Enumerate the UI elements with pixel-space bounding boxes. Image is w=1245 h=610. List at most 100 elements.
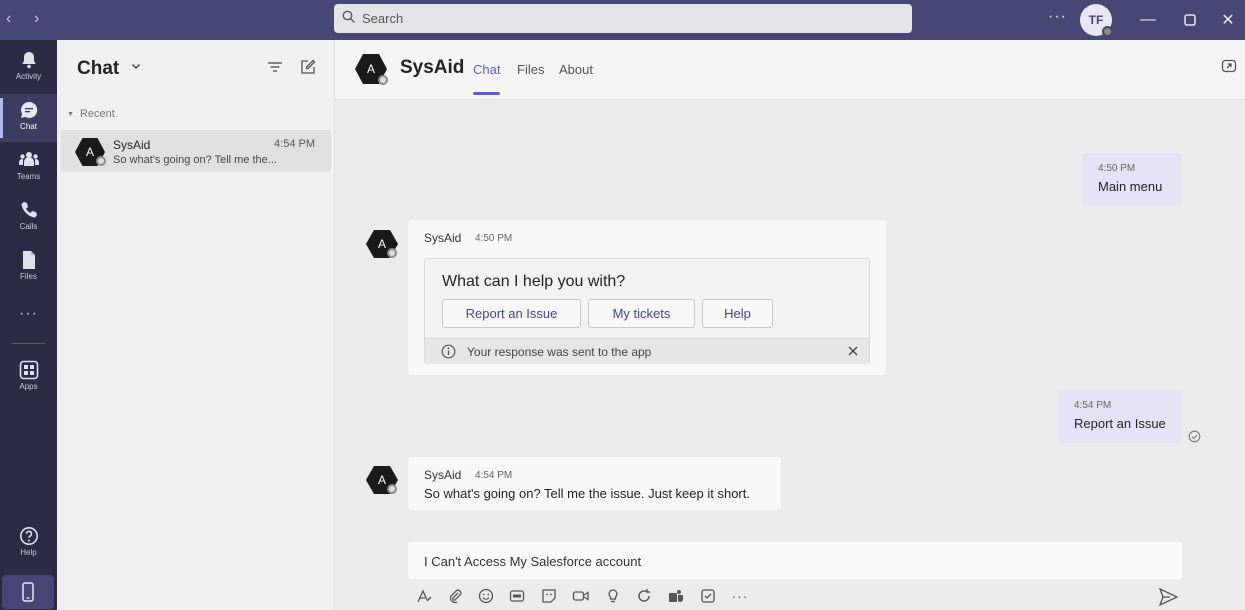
my-tickets-button[interactable]: My tickets <box>588 299 695 328</box>
app-rail: Activity Chat Teams Calls Files ··· Apps… <box>0 40 57 610</box>
more-options-icon[interactable]: ··· <box>730 586 750 606</box>
rail-label: Apps <box>19 382 38 391</box>
phone-icon <box>21 202 37 218</box>
notice-text: Your response was sent to the app <box>467 345 652 359</box>
sender-name: SysAid <box>424 231 462 245</box>
chat-list-title: Chat <box>77 58 120 79</box>
seen-check-icon <box>1188 430 1201 443</box>
file-icon <box>22 251 35 269</box>
tab-chat[interactable]: Chat <box>473 62 501 95</box>
close-window-icon[interactable]: ✕ <box>1216 8 1240 32</box>
message-text: So what's going on? Tell me the issue. J… <box>424 486 750 501</box>
gif-icon[interactable] <box>507 586 527 606</box>
send-icon <box>1158 587 1179 607</box>
conversation-pane: A SysAid Chat Files About 4:50 PM Main m… <box>335 40 1245 610</box>
message-text: Report an Issue <box>1074 416 1166 431</box>
chat-bubble-icon <box>20 101 37 118</box>
tab-files[interactable]: Files <box>517 62 544 77</box>
rail-item-chat[interactable]: Chat <box>0 94 57 142</box>
chat-item-time: 4:54 PM <box>274 138 315 150</box>
presence-status-icon <box>378 75 388 85</box>
popout-icon[interactable] <box>1221 58 1237 74</box>
avatar-initial: A <box>377 473 386 487</box>
teams-icon <box>18 152 39 166</box>
bell-icon <box>21 52 36 69</box>
format-icon[interactable] <box>414 586 434 606</box>
help-icon <box>19 527 38 545</box>
avatar-initial: A <box>377 237 386 251</box>
avatar-initial: A <box>366 62 375 76</box>
rail-item-calls[interactable]: Calls <box>0 194 57 242</box>
bot-message: SysAid 4:54 PM So what's going on? Tell … <box>408 457 781 510</box>
chevron-down-icon[interactable] <box>130 60 142 72</box>
user-initials: TF <box>1088 13 1104 27</box>
rail-item-activity[interactable]: Activity <box>0 44 57 92</box>
new-chat-icon[interactable] <box>300 59 316 75</box>
send-button[interactable] <box>1158 586 1180 610</box>
rail-item-files[interactable]: Files <box>0 244 57 292</box>
presence-status-icon <box>387 248 397 258</box>
recent-section-header[interactable]: ▼ Recent <box>67 108 115 120</box>
rail-label: Activity <box>15 72 42 81</box>
more-apps-icon[interactable]: ··· <box>0 305 57 323</box>
teams-app-icon[interactable] <box>666 586 686 606</box>
approvals-icon[interactable] <box>698 586 718 606</box>
recent-label: Recent <box>79 108 115 120</box>
conversation-header: A SysAid Chat Files About <box>335 40 1245 100</box>
rail-item-apps[interactable]: Apps <box>0 354 57 402</box>
rail-item-teams[interactable]: Teams <box>0 144 57 192</box>
chat-item-name: SysAid <box>113 138 151 152</box>
meet-now-icon[interactable] <box>571 586 591 606</box>
message-text: Main menu <box>1098 179 1163 194</box>
compose-box[interactable] <box>408 542 1182 579</box>
user-avatar[interactable]: TF <box>1080 4 1113 37</box>
sticker-icon[interactable] <box>539 586 559 606</box>
caret-down-icon: ▼ <box>67 111 74 118</box>
search-icon <box>342 10 355 23</box>
presence-status-icon <box>387 484 397 494</box>
maximize-icon[interactable] <box>1178 8 1202 32</box>
rail-divider <box>12 343 45 344</box>
message-time: 4:50 PM <box>1098 163 1136 174</box>
message-time: 4:50 PM <box>475 233 513 244</box>
close-icon[interactable] <box>846 344 860 358</box>
conversation-title: SysAid <box>400 57 465 78</box>
sent-message: 4:50 PM Main menu <box>1082 153 1182 206</box>
message-time: 4:54 PM <box>475 470 513 481</box>
adaptive-card: What can I help you with? Report an Issu… <box>424 258 870 364</box>
rail-item-help[interactable]: Help <box>0 520 57 568</box>
chat-item-preview: So what's going on? Tell me the... <box>113 154 277 166</box>
device-button[interactable] <box>2 575 54 609</box>
minimize-icon[interactable]: — <box>1136 8 1160 32</box>
response-notice: Your response was sent to the app <box>425 338 869 364</box>
rail-label: Chat <box>20 122 37 131</box>
rail-label: Files <box>20 272 37 281</box>
mobile-device-icon <box>22 582 34 602</box>
rail-label: Help <box>20 548 37 557</box>
bot-message-card: SysAid 4:50 PM What can I help you with?… <box>408 220 886 375</box>
message-time: 4:54 PM <box>1074 400 1112 411</box>
info-icon <box>441 344 456 359</box>
more-options-icon[interactable]: ··· <box>1048 8 1067 26</box>
forward-arrow-icon[interactable]: › <box>34 10 39 28</box>
tab-about[interactable]: About <box>559 62 593 77</box>
sent-message: 4:54 PM Report an Issue <box>1058 390 1182 443</box>
rail-label: Teams <box>16 172 41 181</box>
title-bar: ‹ › ··· TF — ✕ <box>0 0 1245 40</box>
chat-list-item[interactable]: A SysAid 4:54 PM So what's going on? Tel… <box>61 130 331 172</box>
presence-status-icon <box>1102 26 1113 37</box>
search-input[interactable] <box>362 8 892 29</box>
card-title: What can I help you with? <box>442 273 626 290</box>
rail-label: Calls <box>19 222 38 231</box>
attach-icon[interactable] <box>445 586 465 606</box>
search-box[interactable] <box>334 4 912 33</box>
chat-list-panel: Chat ▼ Recent A SysAid 4:54 PM So what's … <box>57 40 335 610</box>
loop-icon[interactable] <box>634 586 654 606</box>
filter-icon[interactable] <box>267 60 283 74</box>
help-button[interactable]: Help <box>702 299 773 328</box>
message-input[interactable] <box>424 552 1164 570</box>
report-issue-button[interactable]: Report an Issue <box>442 299 581 328</box>
emoji-icon[interactable] <box>476 586 496 606</box>
back-arrow-icon[interactable]: ‹ <box>6 10 11 28</box>
praise-icon[interactable] <box>603 586 623 606</box>
